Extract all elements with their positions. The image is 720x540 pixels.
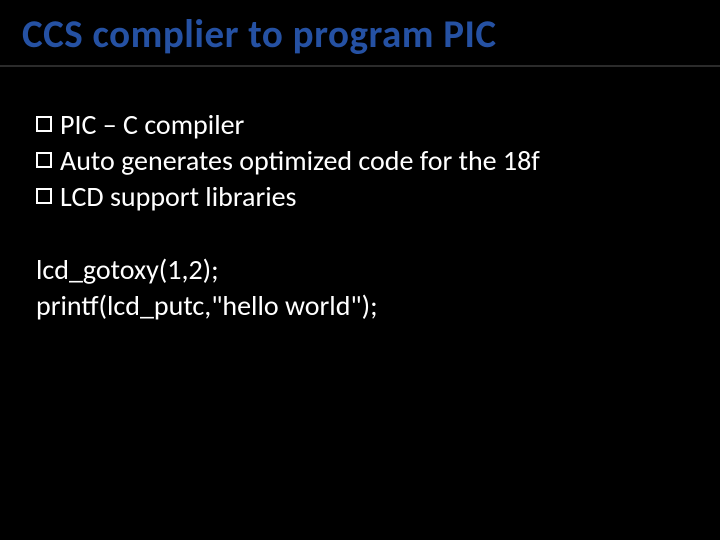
bullet-item: PIC – C compiler xyxy=(36,107,684,143)
title-underline xyxy=(0,65,720,67)
slide-title: CCS complier to program PIC xyxy=(22,14,698,57)
square-bullet-icon xyxy=(36,152,52,168)
code-block: lcd_gotoxy(1,2); printf(lcd_putc,"hello … xyxy=(36,252,684,324)
bullet-item: LCD support libraries xyxy=(36,179,684,215)
bullet-text: LCD support libraries xyxy=(60,179,297,215)
square-bullet-icon xyxy=(36,116,52,132)
bullet-item: Auto generates optimized code for the 18… xyxy=(36,143,684,179)
bullet-text: Auto generates optimized code for the 18… xyxy=(60,143,540,179)
slide-content: PIC – C compiler Auto generates optimize… xyxy=(0,67,720,324)
title-block: CCS complier to program PIC xyxy=(0,0,720,67)
slide: CCS complier to program PIC PIC – C comp… xyxy=(0,0,720,540)
code-line: lcd_gotoxy(1,2); xyxy=(36,252,684,288)
bullet-text: PIC – C compiler xyxy=(60,107,244,143)
square-bullet-icon xyxy=(36,188,52,204)
code-line: printf(lcd_putc,"hello world"); xyxy=(36,288,684,324)
